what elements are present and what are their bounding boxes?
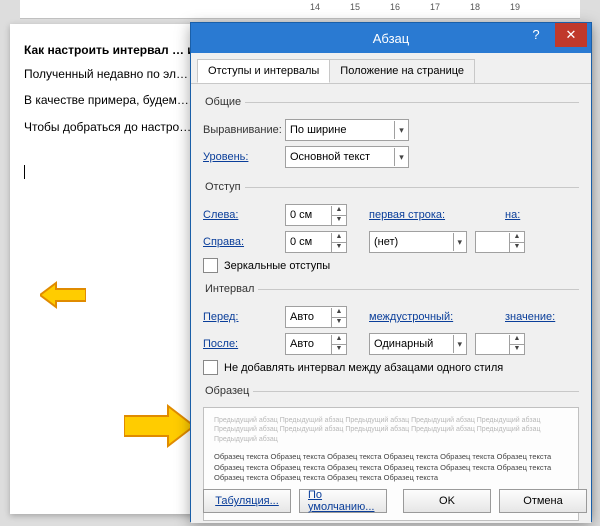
default-button[interactable]: По умолчанию... bbox=[299, 489, 387, 513]
indent-right-spinner[interactable]: ▲▼ bbox=[285, 231, 347, 253]
ruler-tick: 14 bbox=[310, 2, 320, 12]
spin-up-icon[interactable]: ▲ bbox=[510, 233, 524, 243]
ruler-tick: 16 bbox=[390, 2, 400, 12]
ruler-tick: 15 bbox=[350, 2, 360, 12]
outline-level-value[interactable] bbox=[286, 148, 394, 166]
close-button[interactable]: ✕ bbox=[555, 23, 587, 47]
mirror-indents-label: Зеркальные отступы bbox=[224, 260, 330, 272]
group-spacing-legend: Интервал bbox=[201, 283, 258, 295]
dialog-titlebar[interactable]: Абзац ? ✕ bbox=[191, 23, 591, 53]
indent-left-spinner[interactable]: ▲▼ bbox=[285, 204, 347, 226]
indent-right-value[interactable] bbox=[286, 233, 331, 251]
spin-down-icon[interactable]: ▼ bbox=[332, 318, 346, 327]
spin-down-icon[interactable]: ▼ bbox=[332, 216, 346, 225]
spin-up-icon[interactable]: ▲ bbox=[332, 335, 346, 345]
dialog-button-row: Табуляция... По умолчанию... OK Отмена bbox=[191, 489, 591, 513]
preview-previous-text: Предыдущий абзац Предыдущий абзац Предыд… bbox=[214, 416, 568, 444]
tab-page-position[interactable]: Положение на странице bbox=[329, 59, 475, 83]
indent-left-label[interactable]: Слева: bbox=[203, 209, 285, 221]
outline-level-combo[interactable]: ▾ bbox=[285, 146, 409, 168]
dialog-tabs: Отступы и интервалы Положение на страниц… bbox=[191, 53, 591, 84]
preview-sample-text: Образец текста Образец текста Образец те… bbox=[214, 452, 568, 484]
group-general: Общие Выравнивание: ▾ Уровень: ▾ bbox=[203, 96, 579, 175]
line-spacing-value[interactable] bbox=[370, 335, 453, 353]
line-spacing-combo[interactable]: ▾ bbox=[369, 333, 467, 355]
spacing-before-spinner[interactable]: ▲▼ bbox=[285, 306, 347, 328]
first-line-label[interactable]: первая строка: bbox=[369, 209, 465, 221]
spin-down-icon[interactable]: ▼ bbox=[332, 243, 346, 252]
by-label[interactable]: на: bbox=[505, 209, 529, 221]
ruler-tick: 19 bbox=[510, 2, 520, 12]
spin-up-icon[interactable]: ▲ bbox=[332, 206, 346, 216]
first-line-combo[interactable]: ▾ bbox=[369, 231, 467, 253]
line-value-spinner[interactable]: ▲▼ bbox=[475, 333, 525, 355]
text-cursor bbox=[24, 165, 25, 179]
mirror-indents-checkbox[interactable]: Зеркальные отступы bbox=[203, 258, 579, 273]
spacing-after-value[interactable] bbox=[286, 335, 331, 353]
chevron-down-icon[interactable]: ▾ bbox=[394, 148, 408, 166]
paragraph-dialog: Абзац ? ✕ Отступы и интервалы Положение … bbox=[190, 22, 592, 522]
ruler-tick: 17 bbox=[430, 2, 440, 12]
indent-left-value[interactable] bbox=[286, 206, 331, 224]
spin-up-icon[interactable]: ▲ bbox=[332, 233, 346, 243]
ruler-tick: 18 bbox=[470, 2, 480, 12]
callout-arrow-preview bbox=[124, 404, 194, 451]
group-indent: Отступ Слева: ▲▼ первая строка: на: Спра… bbox=[203, 181, 579, 277]
same-style-checkbox[interactable]: Не добавлять интервал между абзацами одн… bbox=[203, 360, 579, 375]
line-value-value[interactable] bbox=[476, 335, 509, 353]
chevron-down-icon[interactable]: ▾ bbox=[453, 233, 466, 251]
line-value-label[interactable]: значение: bbox=[505, 311, 559, 323]
group-spacing: Интервал Перед: ▲▼ междустрочный: значен… bbox=[203, 283, 579, 379]
alignment-combo[interactable]: ▾ bbox=[285, 119, 409, 141]
spacing-after-label[interactable]: После: bbox=[203, 338, 285, 350]
spin-down-icon[interactable]: ▼ bbox=[510, 345, 524, 354]
group-preview-legend: Образец bbox=[201, 385, 253, 397]
indent-right-label[interactable]: Справа: bbox=[203, 236, 285, 248]
spacing-before-value[interactable] bbox=[286, 308, 331, 326]
first-line-by-value[interactable] bbox=[476, 233, 509, 251]
horizontal-ruler: 14 15 16 17 18 19 bbox=[20, 0, 580, 19]
tabulation-button[interactable]: Табуляция... bbox=[203, 489, 291, 513]
ok-button[interactable]: OK bbox=[403, 489, 491, 513]
first-line-value[interactable] bbox=[370, 233, 453, 251]
alignment-value[interactable] bbox=[286, 121, 394, 139]
outline-level-label[interactable]: Уровень: bbox=[203, 151, 285, 163]
first-line-by-spinner[interactable]: ▲▼ bbox=[475, 231, 525, 253]
same-style-label: Не добавлять интервал между абзацами одн… bbox=[224, 362, 503, 374]
spin-up-icon[interactable]: ▲ bbox=[332, 308, 346, 318]
group-general-legend: Общие bbox=[201, 96, 245, 108]
cancel-button[interactable]: Отмена bbox=[499, 489, 587, 513]
spin-up-icon[interactable]: ▲ bbox=[510, 335, 524, 345]
chevron-down-icon[interactable]: ▾ bbox=[453, 335, 466, 353]
dialog-title: Абзац bbox=[373, 31, 409, 46]
checkbox-icon[interactable] bbox=[203, 360, 218, 375]
alignment-label: Выравнивание: bbox=[203, 124, 285, 136]
checkbox-icon[interactable] bbox=[203, 258, 218, 273]
callout-arrow-cursor bbox=[40, 280, 86, 313]
tab-indents-spacing[interactable]: Отступы и интервалы bbox=[197, 59, 330, 83]
line-spacing-label[interactable]: междустрочный: bbox=[369, 311, 465, 323]
spin-down-icon[interactable]: ▼ bbox=[332, 345, 346, 354]
spacing-before-label[interactable]: Перед: bbox=[203, 311, 285, 323]
spin-down-icon[interactable]: ▼ bbox=[510, 243, 524, 252]
group-indent-legend: Отступ bbox=[201, 181, 245, 193]
spacing-after-spinner[interactable]: ▲▼ bbox=[285, 333, 347, 355]
help-button[interactable]: ? bbox=[521, 23, 551, 47]
chevron-down-icon[interactable]: ▾ bbox=[394, 121, 408, 139]
